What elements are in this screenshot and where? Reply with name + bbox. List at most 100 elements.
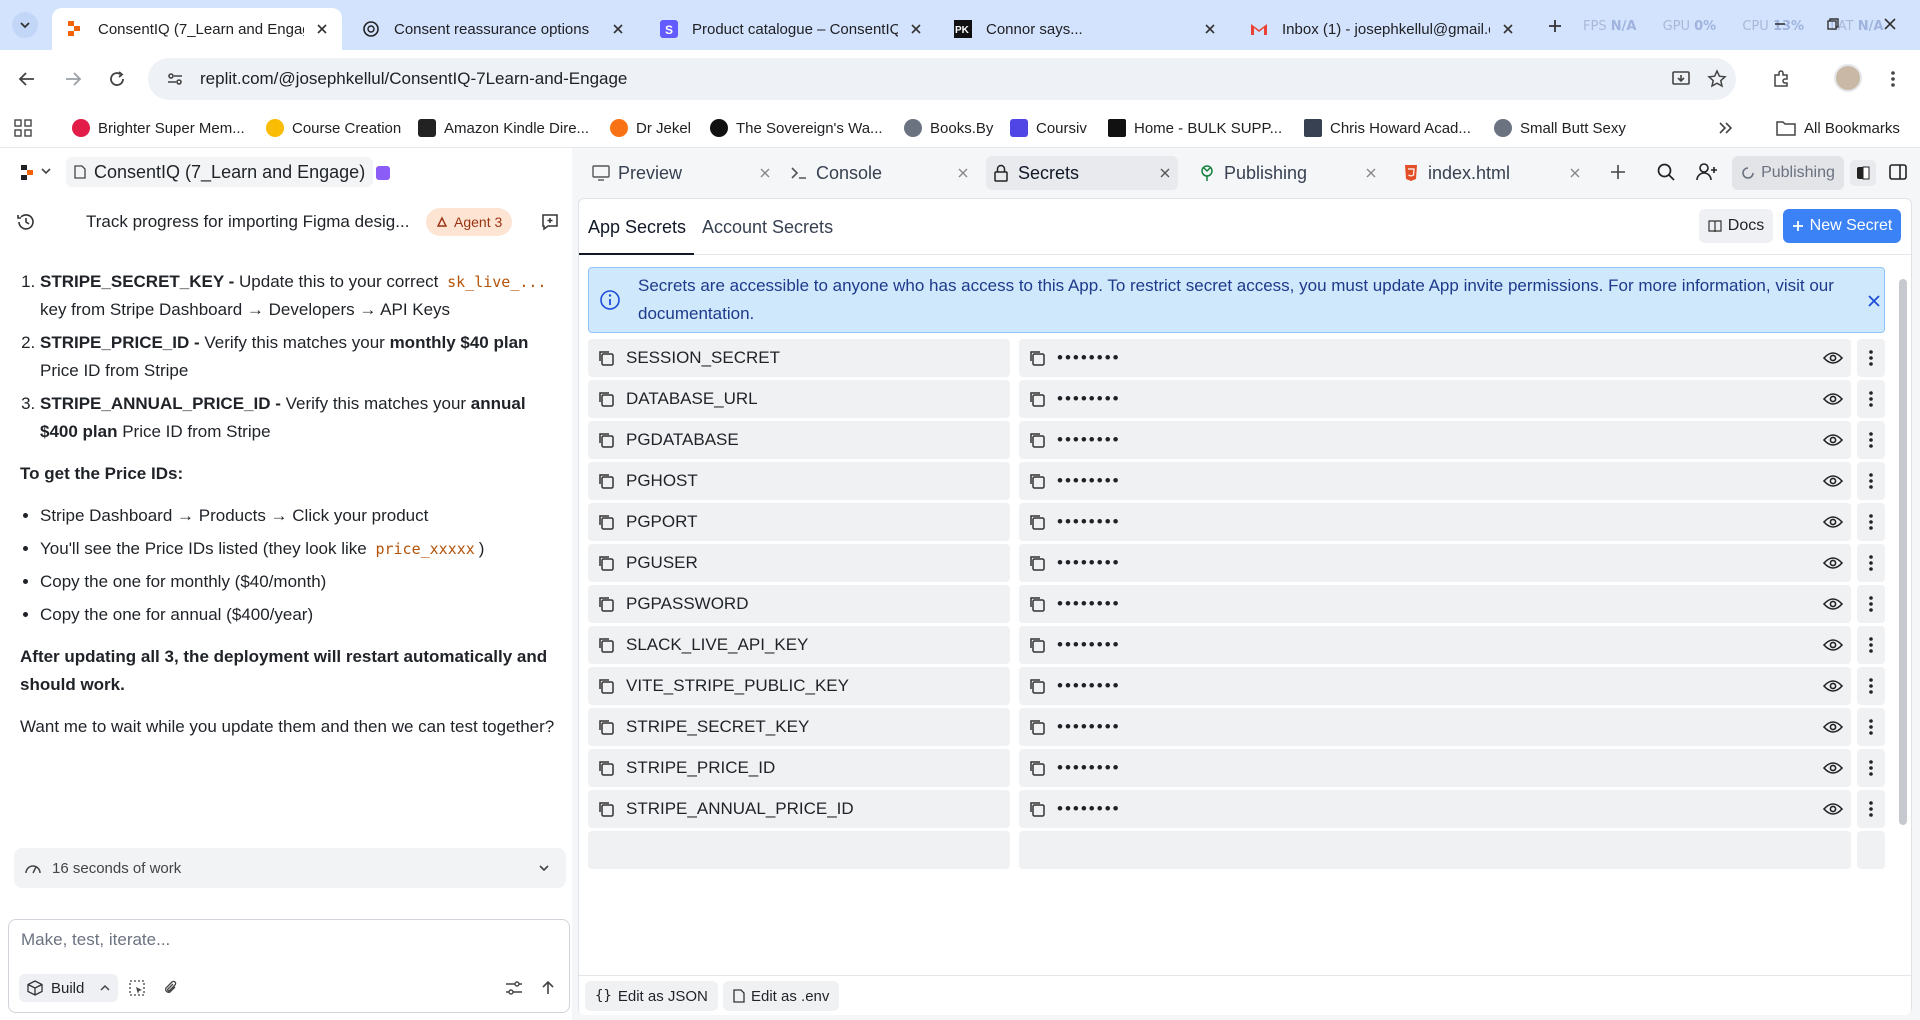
eye-icon[interactable]: [1815, 380, 1851, 418]
apps-grid-icon[interactable]: [14, 116, 32, 140]
copy-icon[interactable]: [596, 799, 616, 819]
copy-icon[interactable]: [596, 512, 616, 532]
copy-icon[interactable]: [1027, 717, 1047, 737]
secret-value-field[interactable]: ••••••••: [1019, 339, 1633, 377]
edit-as-json-button[interactable]: {} Edit as JSON: [585, 981, 718, 1011]
secret-value-field[interactable]: ••••••••: [1019, 544, 1633, 582]
secret-value-field[interactable]: ••••••••: [1019, 462, 1633, 500]
new-tab-button[interactable]: [1544, 15, 1566, 37]
tab-index-html[interactable]: index.html: [1396, 156, 1588, 190]
copy-icon[interactable]: [1027, 430, 1047, 450]
copy-icon[interactable]: [596, 389, 616, 409]
extensions-icon[interactable]: [1768, 66, 1794, 92]
thread-title[interactable]: Track progress for importing Figma desig…: [86, 212, 416, 232]
edit-as-env-button[interactable]: Edit as .env: [723, 981, 840, 1011]
copy-icon[interactable]: [596, 676, 616, 696]
panel-layout-icon[interactable]: [1888, 162, 1908, 182]
more-options-icon[interactable]: [1857, 749, 1885, 787]
copy-icon[interactable]: [1027, 553, 1047, 573]
copy-icon[interactable]: [596, 594, 616, 614]
back-icon[interactable]: [14, 66, 40, 92]
close-tab-icon[interactable]: [956, 166, 970, 180]
secret-key-field[interactable]: PGUSER: [588, 544, 1010, 582]
bookmark-item[interactable]: Books.By: [904, 116, 993, 140]
minimize-icon[interactable]: [1770, 14, 1790, 34]
copy-icon[interactable]: [1027, 758, 1047, 778]
secret-value-field[interactable]: ••••••••: [1019, 667, 1633, 705]
scrollbar[interactable]: [1899, 279, 1907, 825]
settings-sliders-icon[interactable]: [505, 980, 523, 996]
bookmark-item[interactable]: Dr Jekel: [610, 116, 691, 140]
eye-icon[interactable]: [1815, 708, 1851, 746]
more-options-icon[interactable]: [1857, 462, 1885, 500]
bookmark-star-icon[interactable]: [1704, 66, 1730, 92]
more-options-icon[interactable]: [1857, 585, 1885, 623]
secret-value-field[interactable]: ••••••••: [1019, 503, 1633, 541]
secret-value-field[interactable]: ••••••••: [1019, 380, 1633, 418]
close-tab-icon[interactable]: [1500, 21, 1516, 37]
eye-icon[interactable]: [1815, 503, 1851, 541]
copy-icon[interactable]: [1027, 512, 1047, 532]
site-settings-icon[interactable]: [164, 68, 186, 90]
eye-icon[interactable]: [1815, 790, 1851, 828]
secret-value-field[interactable]: ••••••••: [1019, 790, 1633, 828]
select-element-icon[interactable]: [129, 980, 145, 996]
copy-icon[interactable]: [596, 553, 616, 573]
eye-icon[interactable]: [1815, 831, 1851, 869]
eye-icon[interactable]: [1815, 749, 1851, 787]
copy-icon[interactable]: [596, 635, 616, 655]
invite-user-icon[interactable]: [1696, 162, 1718, 182]
secret-key-field[interactable]: VITE_STRIPE_PUBLIC_KEY: [588, 667, 1010, 705]
history-icon[interactable]: [16, 212, 36, 232]
eye-icon[interactable]: [1815, 585, 1851, 623]
theme-toggle-icon[interactable]: [1850, 160, 1876, 186]
secret-key-field[interactable]: PGHOST: [588, 462, 1010, 500]
secret-key-field[interactable]: DATABASE_URL: [588, 380, 1010, 418]
copy-icon[interactable]: [1027, 799, 1047, 819]
new-chat-icon[interactable]: [540, 212, 560, 232]
browser-menu-icon[interactable]: [1880, 66, 1906, 92]
docs-button[interactable]: Docs: [1699, 209, 1773, 243]
close-window-icon[interactable]: [1880, 14, 1900, 34]
more-options-icon[interactable]: [1857, 544, 1885, 582]
copy-icon[interactable]: [596, 348, 616, 368]
restore-icon[interactable]: [1823, 14, 1843, 34]
copy-icon[interactable]: [1027, 594, 1047, 614]
secret-key-field[interactable]: [588, 831, 1010, 869]
bookmark-item[interactable]: Home - BULK SUPP...: [1108, 116, 1282, 140]
paperclip-icon[interactable]: [163, 980, 179, 996]
secret-value-field[interactable]: ••••••••: [1019, 626, 1633, 664]
search-icon[interactable]: [1656, 162, 1676, 182]
eye-icon[interactable]: [1815, 667, 1851, 705]
more-options-icon[interactable]: [1857, 339, 1885, 377]
tab-secrets[interactable]: Secrets: [986, 156, 1178, 190]
close-tab-icon[interactable]: [908, 21, 924, 37]
secret-value-field[interactable]: ••••••••: [1019, 708, 1633, 746]
secret-key-field[interactable]: STRIPE_PRICE_ID: [588, 749, 1010, 787]
secret-value-field[interactable]: ••••••••: [1019, 585, 1633, 623]
forward-icon[interactable]: [60, 66, 86, 92]
browser-tab-chatgpt[interactable]: Consent reassurance options: [348, 8, 638, 50]
send-arrow-icon[interactable]: [541, 980, 555, 996]
close-icon[interactable]: [1865, 292, 1883, 310]
all-bookmarks-button[interactable]: All Bookmarks: [1776, 116, 1900, 140]
eye-icon[interactable]: [1815, 462, 1851, 500]
address-bar[interactable]: replit.com/@josephkellul/ConsentIQ-7Lear…: [148, 58, 1736, 100]
close-tab-icon[interactable]: [758, 166, 772, 180]
secret-key-field[interactable]: SESSION_SECRET: [588, 339, 1010, 377]
copy-icon[interactable]: [1027, 348, 1047, 368]
build-mode-button[interactable]: Build: [19, 974, 119, 1002]
browser-tab-stripe[interactable]: S Product catalogue – ConsentIQ: [646, 8, 936, 50]
publishing-status-button[interactable]: Publishing: [1732, 156, 1844, 190]
new-secret-button[interactable]: New Secret: [1783, 209, 1901, 243]
tab-console[interactable]: Console: [784, 156, 976, 190]
copy-icon[interactable]: [596, 758, 616, 778]
browser-tab-connor[interactable]: PK Connor says...: [940, 8, 1230, 50]
close-tab-icon[interactable]: [610, 21, 626, 37]
secret-key-field[interactable]: STRIPE_ANNUAL_PRICE_ID: [588, 790, 1010, 828]
bookmark-item[interactable]: Course Creation: [266, 116, 401, 140]
bookmark-item[interactable]: Coursiv: [1010, 116, 1087, 140]
close-tab-icon[interactable]: [1158, 166, 1172, 180]
close-tab-icon[interactable]: [1568, 166, 1582, 180]
close-tab-icon[interactable]: [314, 21, 330, 37]
